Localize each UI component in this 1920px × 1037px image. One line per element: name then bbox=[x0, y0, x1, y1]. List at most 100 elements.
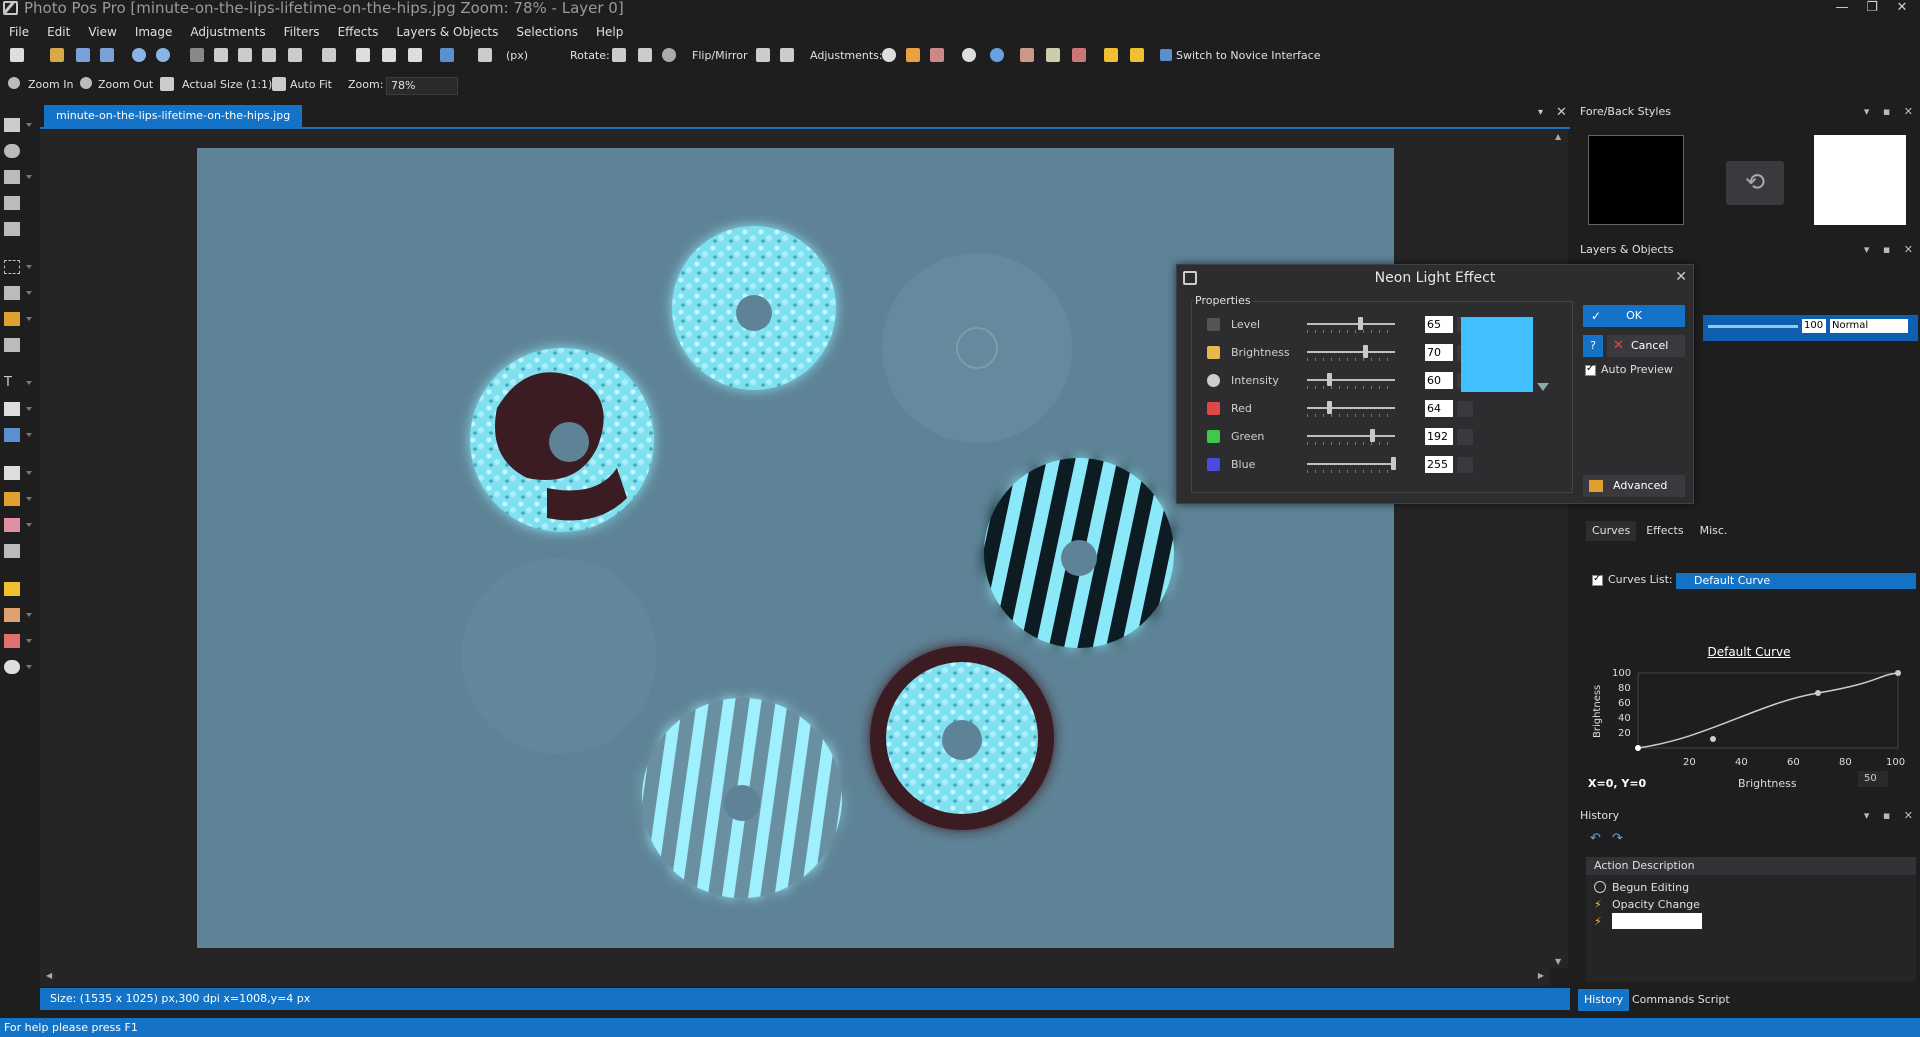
green-slider-thumb[interactable] bbox=[1369, 429, 1375, 442]
lightning-icon[interactable] bbox=[1130, 48, 1144, 62]
chevron-down-icon[interactable] bbox=[26, 523, 32, 527]
curve-value-input[interactable]: 50 bbox=[1858, 771, 1888, 787]
intensity-input[interactable]: 60 bbox=[1425, 372, 1453, 389]
eraser-tool-icon[interactable] bbox=[4, 518, 20, 532]
menu-view[interactable]: View bbox=[79, 22, 125, 42]
save-as-icon[interactable] bbox=[100, 48, 114, 62]
scroll-up-icon[interactable]: ▲ bbox=[1555, 132, 1561, 141]
color-balance-icon[interactable] bbox=[906, 48, 920, 62]
units-label[interactable]: (px) bbox=[506, 49, 528, 62]
menu-file[interactable]: File bbox=[0, 22, 38, 42]
level-slider[interactable] bbox=[1307, 323, 1395, 325]
paste-layer-icon[interactable] bbox=[288, 48, 302, 62]
paste-icon[interactable] bbox=[238, 48, 252, 62]
zoom-out-button[interactable]: Zoom Out bbox=[98, 78, 153, 91]
background-swatch[interactable] bbox=[1814, 135, 1906, 225]
measure-icon[interactable] bbox=[478, 48, 492, 62]
menu-layers-objects[interactable]: Layers & Objects bbox=[387, 22, 507, 42]
scroll-down-icon[interactable]: ▼ bbox=[1555, 957, 1561, 966]
red-slider-thumb[interactable] bbox=[1326, 401, 1332, 414]
brightness-slider[interactable] bbox=[1307, 351, 1395, 353]
brightness-slider-thumb[interactable] bbox=[1363, 345, 1369, 358]
chevron-down-icon[interactable] bbox=[26, 265, 32, 269]
chevron-down-icon[interactable] bbox=[26, 381, 32, 385]
level-slider-thumb[interactable] bbox=[1358, 317, 1364, 330]
tab-curves[interactable]: Curves bbox=[1586, 521, 1637, 541]
layer-opacity-input[interactable]: 100 bbox=[1802, 319, 1826, 333]
curve-point[interactable] bbox=[1815, 690, 1821, 696]
cancel-button[interactable]: ✕ Cancel bbox=[1607, 335, 1685, 357]
crop-tool-icon[interactable] bbox=[4, 196, 20, 210]
reset-icon[interactable] bbox=[1457, 401, 1473, 417]
auto-fit-button[interactable]: Auto Fit bbox=[290, 78, 332, 91]
history-item[interactable]: Begun Editing bbox=[1612, 881, 1689, 894]
reset-icon[interactable] bbox=[1457, 457, 1473, 473]
favorite-star-icon[interactable] bbox=[1104, 48, 1118, 62]
chevron-down-icon[interactable] bbox=[26, 123, 32, 127]
rect-select-tool-icon[interactable] bbox=[4, 260, 20, 274]
vertical-scrollbar[interactable]: ▲ ▼ bbox=[1550, 130, 1568, 968]
contrast-icon[interactable] bbox=[882, 48, 896, 62]
history-undo-icon[interactable]: ↶ bbox=[1590, 831, 1601, 846]
chevron-down-icon[interactable] bbox=[26, 291, 32, 295]
ruler-icon[interactable] bbox=[382, 48, 396, 62]
red-input[interactable]: 64 bbox=[1425, 400, 1453, 417]
blue-slider-thumb[interactable] bbox=[1391, 457, 1396, 470]
horizontal-scrollbar[interactable]: ◀ ▶ bbox=[40, 968, 1550, 986]
zoom-in-icon[interactable] bbox=[8, 77, 20, 89]
tab-list-icon[interactable]: ▾ bbox=[1538, 107, 1543, 118]
text-tool-icon[interactable]: T bbox=[4, 376, 20, 390]
paste-new-icon[interactable] bbox=[262, 48, 276, 62]
chevron-down-icon[interactable] bbox=[26, 665, 32, 669]
ok-button[interactable]: ✓ OK bbox=[1583, 305, 1685, 327]
scroll-left-icon[interactable]: ◀ bbox=[46, 971, 52, 980]
chevron-down-icon[interactable] bbox=[26, 407, 32, 411]
panel-controls-icon[interactable]: ▾ ▪ ✕ bbox=[1864, 807, 1918, 825]
flip-vertical-icon[interactable] bbox=[756, 48, 770, 62]
actual-size-button[interactable]: Actual Size (1:1) bbox=[182, 78, 272, 91]
menu-filters[interactable]: Filters bbox=[275, 22, 329, 42]
heal-tool-icon[interactable] bbox=[4, 608, 20, 622]
tab-effects[interactable]: Effects bbox=[1640, 521, 1689, 541]
curve-point[interactable] bbox=[1710, 736, 1716, 742]
chevron-down-icon[interactable] bbox=[26, 175, 32, 179]
chevron-down-icon[interactable] bbox=[26, 639, 32, 643]
red-slider[interactable] bbox=[1307, 407, 1395, 409]
flip-horizontal-icon[interactable] bbox=[780, 48, 794, 62]
levels-icon[interactable] bbox=[930, 48, 944, 62]
curve-graph[interactable]: 100 80 60 40 20 20 40 60 80 100 Brightne… bbox=[1588, 663, 1918, 778]
intensity-slider[interactable] bbox=[1307, 379, 1395, 381]
rotate-right-icon[interactable] bbox=[638, 48, 652, 62]
brightness-input[interactable]: 70 bbox=[1425, 344, 1453, 361]
saturation-icon[interactable] bbox=[962, 48, 976, 62]
menu-image[interactable]: Image bbox=[126, 22, 182, 42]
chevron-down-icon[interactable] bbox=[26, 433, 32, 437]
brush-tool-icon[interactable] bbox=[4, 492, 20, 506]
curves-list-checkbox[interactable] bbox=[1592, 573, 1603, 586]
eyedropper-tool-icon[interactable] bbox=[4, 544, 20, 558]
grid-icon[interactable] bbox=[356, 48, 370, 62]
cut-icon[interactable] bbox=[190, 48, 204, 62]
guides-icon[interactable] bbox=[408, 48, 422, 62]
green-slider[interactable] bbox=[1307, 435, 1395, 437]
actual-size-icon[interactable] bbox=[160, 77, 174, 91]
auto-fit-icon[interactable] bbox=[272, 77, 286, 91]
save-icon[interactable] bbox=[76, 48, 90, 62]
menu-edit[interactable]: Edit bbox=[38, 22, 79, 42]
smudge-tool-icon[interactable] bbox=[4, 660, 20, 674]
rotate-left-icon[interactable] bbox=[612, 48, 626, 62]
effect-thumb-1-icon[interactable] bbox=[1020, 48, 1034, 62]
zoom-out-icon[interactable] bbox=[80, 77, 92, 89]
select-tool-icon[interactable] bbox=[4, 118, 20, 132]
clone-stamp-tool-icon[interactable] bbox=[4, 582, 20, 596]
close-window-button[interactable]: ✕ bbox=[1884, 0, 1920, 18]
rotate-free-icon[interactable] bbox=[662, 48, 676, 62]
zoom-select[interactable]: 78% bbox=[386, 77, 458, 95]
help-button[interactable]: ? bbox=[1583, 335, 1603, 357]
scroll-right-icon[interactable]: ▶ bbox=[1538, 971, 1544, 980]
panel-controls-icon[interactable]: ▾ ▪ ✕ bbox=[1864, 103, 1918, 121]
chevron-down-icon[interactable] bbox=[26, 471, 32, 475]
history-item-editing[interactable] bbox=[1612, 913, 1702, 929]
magic-wand-tool-icon[interactable] bbox=[4, 286, 20, 300]
level-input[interactable]: 65 bbox=[1425, 316, 1453, 333]
